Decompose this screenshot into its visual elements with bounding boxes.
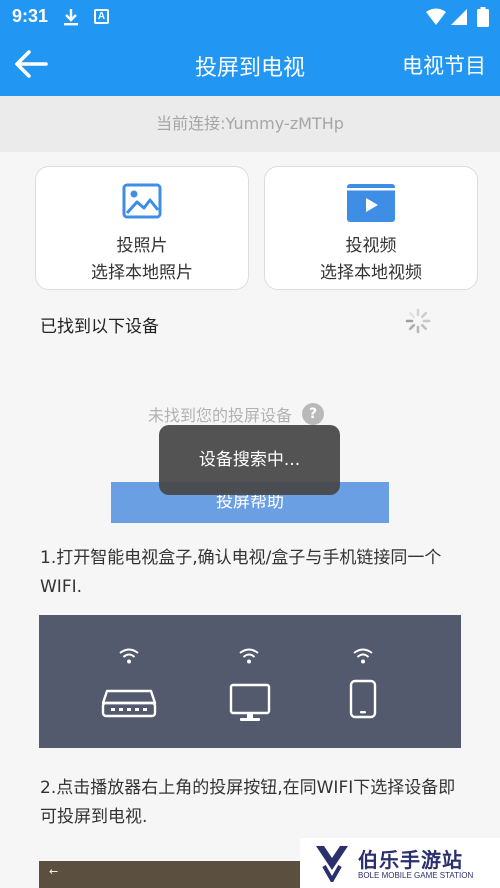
connection-status: 当前连接:Yummy-zMTHp xyxy=(0,96,500,152)
cast-video-subtitle: 选择本地视频 xyxy=(320,263,422,283)
wifi-illustration xyxy=(39,615,461,748)
tv-box-icon xyxy=(101,687,157,725)
app-bar: 投屏到电视 电视节目 xyxy=(0,34,500,96)
watermark: 伯乐手游站 BOLE MOBILE GAME STATION xyxy=(300,838,500,888)
loading-spinner-icon xyxy=(405,308,431,338)
found-devices-label: 已找到以下设备 xyxy=(40,317,159,337)
wifi-small-icon xyxy=(237,647,261,669)
watermark-cn: 伯乐手游站 xyxy=(358,848,463,872)
wifi-small-icon xyxy=(117,647,141,669)
phone-icon xyxy=(349,679,377,723)
a-notification-icon: A xyxy=(94,9,109,24)
status-bar: 9:31 A xyxy=(0,0,500,34)
battery-icon xyxy=(477,7,489,31)
status-time: 9:31 xyxy=(12,6,49,26)
wifi-icon xyxy=(426,8,446,30)
monitor-icon xyxy=(229,683,271,727)
cast-video-card[interactable]: 投视频 选择本地视频 xyxy=(264,166,478,290)
image-icon xyxy=(122,183,162,223)
wifi-small-icon xyxy=(351,647,375,669)
tv-programs-button[interactable]: 电视节目 xyxy=(402,50,486,80)
cast-video-title: 投视频 xyxy=(345,236,397,256)
cast-photo-subtitle: 选择本地照片 xyxy=(91,263,193,283)
signal-icon xyxy=(450,8,468,30)
video-play-icon xyxy=(346,183,396,227)
no-device-message: 未找到您的投屏设备 ? xyxy=(148,402,325,426)
back-arrow-icon: ← xyxy=(49,865,59,878)
main-content: 投照片 选择本地照片 投视频 选择本地视频 已找到以下设备 未找到您的投屏设备 … xyxy=(0,152,500,888)
download-icon xyxy=(62,7,80,31)
cast-photo-title: 投照片 xyxy=(116,236,168,256)
cast-photo-card[interactable]: 投照片 选择本地照片 xyxy=(35,166,249,290)
help-step-2: 2.点击播放器右上角的投屏按钮,在同WIFI下选择设备即可投屏到电视. xyxy=(40,778,456,827)
searching-toast: 设备搜索中... xyxy=(159,425,340,495)
watermark-en: BOLE MOBILE GAME STATION xyxy=(358,871,474,880)
no-device-text: 未找到您的投屏设备 xyxy=(148,406,293,425)
question-icon[interactable]: ? xyxy=(302,403,325,425)
bole-logo-icon xyxy=(312,844,352,886)
help-step-1: 1.打开智能电视盒子,确认电视/盒子与手机链接同一个WIFI. xyxy=(40,548,442,597)
player-screenshot-thumbnail: ← xyxy=(39,861,301,888)
